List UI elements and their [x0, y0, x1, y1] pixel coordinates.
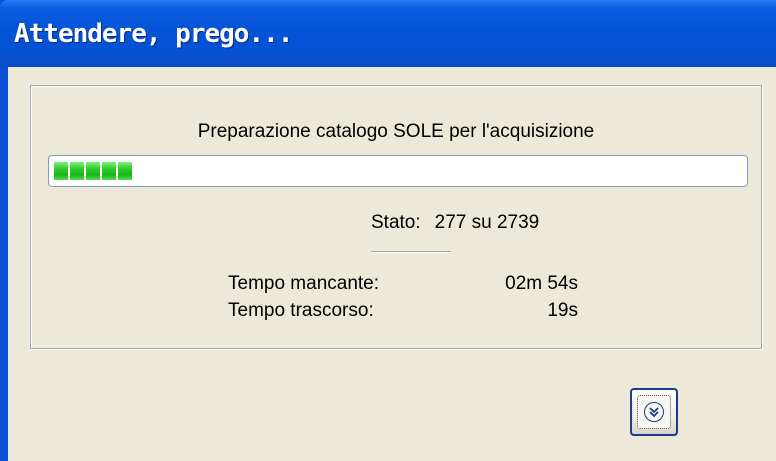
status-label: Stato: [371, 212, 421, 233]
time-remaining-label: Tempo mancante: [228, 273, 380, 294]
progress-segment [118, 162, 132, 180]
progress-bar [48, 155, 748, 187]
time-elapsed-label: Tempo trascorso: [228, 300, 374, 321]
progress-segment [70, 162, 84, 180]
dialog-body: Preparazione catalogo SOLE per l'acquisi… [8, 67, 776, 461]
window-title: Attendere, prego... [14, 19, 293, 49]
dialog-window: Attendere, prego... Preparazione catalog… [0, 0, 776, 461]
progress-fill [54, 162, 134, 180]
divider [371, 251, 451, 252]
progress-group: Preparazione catalogo SOLE per l'acquisi… [30, 85, 762, 349]
status-line: Stato: 277 su 2739 [371, 212, 539, 234]
time-elapsed-row: Tempo trascorso: 19s [228, 300, 578, 324]
time-remaining-value: 02m 54s [505, 273, 578, 294]
title-bar[interactable]: Attendere, prego... [0, 0, 776, 67]
progress-segment [54, 162, 68, 180]
status-value: 277 su 2739 [434, 212, 540, 233]
time-remaining-row: Tempo mancante: 02m 54s [228, 273, 578, 297]
operation-heading: Preparazione catalogo SOLE per l'acquisi… [197, 121, 595, 142]
chevron-double-down-icon [644, 402, 664, 422]
progress-segment [86, 162, 100, 180]
details-toggle-button[interactable] [630, 388, 678, 436]
time-elapsed-value: 19s [547, 300, 578, 321]
progress-segment [102, 162, 116, 180]
details-button-focus [637, 395, 671, 429]
